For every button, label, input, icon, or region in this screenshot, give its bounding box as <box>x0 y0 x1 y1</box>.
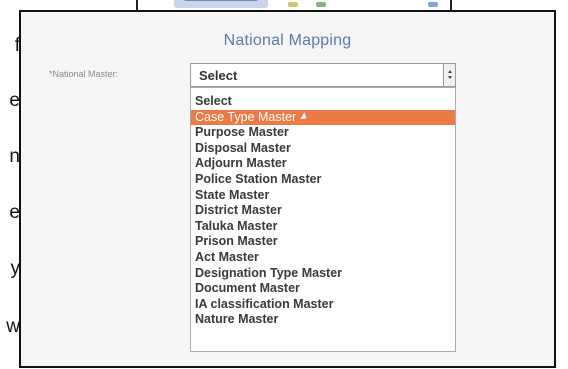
dropdown-option[interactable]: Adjourn Master <box>191 156 455 172</box>
select-arrows-icon[interactable] <box>443 64 455 86</box>
national-master-dropdown: Select Case Type Master Purpose Master Disp… <box>190 87 456 352</box>
select-value: Select <box>199 68 238 83</box>
top-dot <box>316 2 326 7</box>
dropdown-option[interactable]: IA classification Master <box>191 297 455 313</box>
dropdown-option[interactable]: State Master <box>191 188 455 204</box>
dropdown-option[interactable]: Police Station Master <box>191 172 455 188</box>
national-master-label: *National Master: <box>49 69 119 79</box>
page-title: National Mapping <box>223 32 352 49</box>
dropdown-option[interactable]: Designation Type Master <box>191 266 455 282</box>
national-master-select[interactable]: Select <box>190 63 456 87</box>
national-mapping-panel: National Mapping *National Master: Selec… <box>19 10 556 368</box>
dropdown-option[interactable]: Nature Master <box>191 312 455 328</box>
page-text-fragment: f e n e y w <box>0 0 20 369</box>
dropdown-option[interactable]: Taluka Master <box>191 219 455 235</box>
dropdown-option[interactable]: Case Type Master <box>191 109 455 126</box>
top-dot <box>288 2 298 7</box>
dropdown-option[interactable]: Document Master <box>191 281 455 297</box>
top-tab-banner <box>174 0 268 8</box>
mouse-pointer-icon <box>300 112 309 123</box>
dropdown-option[interactable]: Purpose Master <box>191 125 455 141</box>
top-tab <box>136 0 452 10</box>
dropdown-option[interactable]: District Master <box>191 203 455 219</box>
dropdown-option[interactable]: Prison Master <box>191 234 455 250</box>
dropdown-option[interactable]: Disposal Master <box>191 141 455 157</box>
fragment-letter: w <box>6 316 20 337</box>
dropdown-option[interactable]: Act Master <box>191 250 455 266</box>
dropdown-option[interactable]: Select <box>191 94 455 110</box>
top-dot <box>428 2 438 7</box>
